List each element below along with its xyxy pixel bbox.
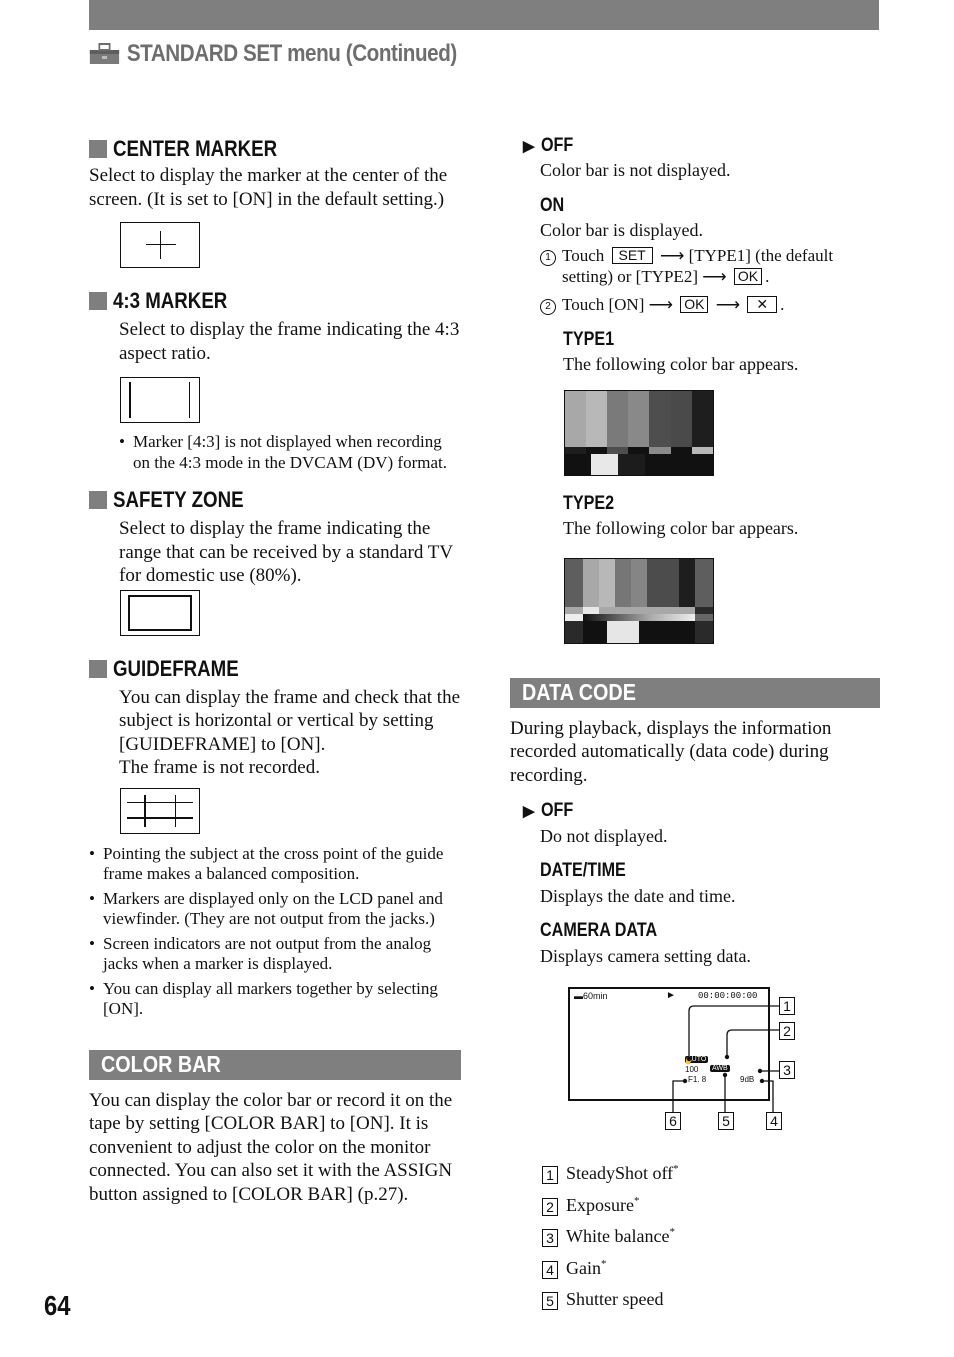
type1-label: TYPE1 <box>563 328 615 350</box>
toolbox-icon <box>89 43 120 64</box>
center-marker-illustration <box>120 222 200 268</box>
camera-data-screen-illustration: ▬60min ► 00:00:00:00 AUTO 100 AWB F1. 8 … <box>568 987 808 1132</box>
page-title: STANDARD SET menu (Continued) <box>89 38 457 70</box>
type2-color-bar-image <box>564 557 714 644</box>
step-2: 2 Touch [ON] ⟶ OK ⟶ ✕. <box>510 295 880 316</box>
colorbar-off-desc: Color bar is not displayed. <box>540 160 731 180</box>
colorbar-on-option: ON <box>540 195 565 216</box>
arrow-right-icon: ⟶ <box>715 295 741 314</box>
callout-6: 6 <box>665 1112 681 1130</box>
right-column: ▶ OFF Color bar is not displayed. ON Colo… <box>510 134 880 1314</box>
note-item: • Screen indicators are not output from t… <box>89 933 432 974</box>
marker-43-heading: 4:3 MARKER <box>89 286 461 316</box>
ok-button: OK <box>733 267 763 285</box>
legend-item: 1 SteadyShot off* <box>542 1156 880 1188</box>
color-bar-heading: COLOR BAR <box>89 1049 461 1080</box>
close-icon: ✕ <box>747 296 778 313</box>
colorbar-off-option: ▶ OFF <box>523 135 574 156</box>
safety-zone-text: Select to display the frame indicating t… <box>119 518 453 586</box>
page-number: 64 <box>44 1290 71 1321</box>
legend-item: 5 Shutter speed <box>542 1282 880 1314</box>
set-button: SET <box>611 247 653 264</box>
camera-data-desc: Displays camera setting data. <box>540 946 751 966</box>
datetime-option: DATE/TIME <box>540 860 626 881</box>
type1-desc: The following color bar appears. <box>563 353 799 374</box>
guideframe-heading: GUIDEFRAME <box>89 654 461 684</box>
arrow-right-icon: ⟶ <box>659 246 685 265</box>
note-item: • Markers are displayed only on the LCD p… <box>89 888 443 929</box>
datacode-off-desc: Do not displayed. <box>540 826 668 846</box>
type2-desc: The following color bar appears. <box>563 517 799 538</box>
data-code-heading: DATA CODE <box>510 677 880 708</box>
callout-1: 1 <box>779 997 795 1015</box>
center-marker-heading: CENTER MARKER <box>89 134 461 164</box>
guideframe-notes: • Pointing the subject at the cross point… <box>89 844 461 1020</box>
legend-item: 4 Gain* <box>542 1251 880 1283</box>
data-code-text: During playback, displays the informatio… <box>510 717 832 786</box>
type1-color-bar-image <box>564 389 714 476</box>
default-arrow-icon: ▶ <box>523 138 535 155</box>
datetime-desc: Displays the date and time. <box>540 886 736 906</box>
guideframe-illustration <box>120 787 200 834</box>
callout-legend: 1 SteadyShot off* 2 Exposure* 3 White balan… <box>542 1156 880 1314</box>
marker-43-note: • Marker [4:3] is not displayed when reco… <box>119 432 447 472</box>
callout-4: 4 <box>766 1112 782 1130</box>
arrow-right-icon: ⟶ <box>648 295 673 314</box>
default-arrow-icon: ▶ <box>523 803 535 820</box>
marker-43-text: Select to display the frame indicating t… <box>119 319 460 364</box>
legend-item: 3 White balance* <box>542 1219 880 1251</box>
colorbar-on-desc: Color bar is displayed. <box>540 220 703 240</box>
camera-data-option: CAMERA DATA <box>540 920 658 941</box>
callout-lines <box>672 1005 779 1112</box>
guideframe-text: You can display the frame and check that… <box>119 686 461 755</box>
safety-zone-illustration <box>120 589 200 636</box>
color-bar-text: You can display the color bar or record … <box>89 1089 453 1205</box>
guideframe-text-2: The frame is not recorded. <box>119 757 320 778</box>
left-column: CENTER MARKER Select to display the mark… <box>89 134 461 1206</box>
callout-5: 5 <box>718 1112 734 1130</box>
safety-zone-heading: SAFETY ZONE <box>89 485 461 515</box>
marker-43-illustration <box>120 377 200 423</box>
step-1: 1 Touch SET ⟶ [TYPE1] (the default settin… <box>510 246 880 287</box>
legend-item: 2 Exposure* <box>542 1188 880 1220</box>
note-item: • You can display all markers together by… <box>89 978 438 1019</box>
ok-button: OK <box>680 296 709 313</box>
callout-3: 3 <box>779 1061 795 1079</box>
arrow-right-icon: ⟶ <box>702 266 727 286</box>
center-marker-text: Select to display the marker at the cent… <box>89 165 448 210</box>
note-item: • Pointing the subject at the cross point… <box>89 843 444 884</box>
type2-label: TYPE2 <box>563 492 615 514</box>
datacode-off-option: ▶ OFF <box>523 800 574 821</box>
callout-2: 2 <box>779 1022 795 1040</box>
header-bar <box>89 0 879 30</box>
